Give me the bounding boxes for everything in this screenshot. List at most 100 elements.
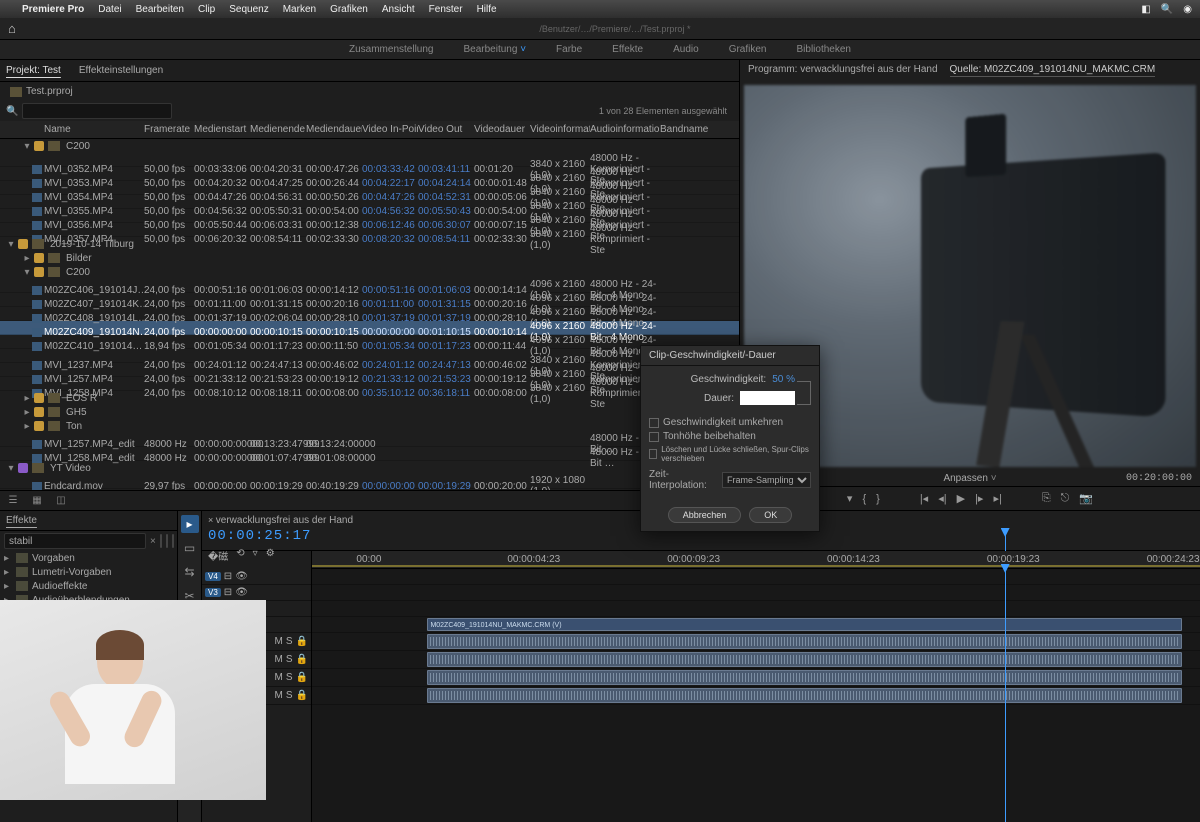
clip-speed-duration-dialog: Clip-Geschwindigkeit/-Dauer Geschwindigk… bbox=[640, 345, 820, 532]
step-forward-icon[interactable]: |▸ bbox=[975, 492, 983, 505]
effect-folder[interactable]: ▸Audioeffekte bbox=[0, 579, 177, 593]
bin-row[interactable]: ▾C200 bbox=[0, 265, 739, 279]
audio-clip[interactable] bbox=[427, 652, 1182, 667]
audio-clip[interactable] bbox=[427, 670, 1182, 685]
time-ruler[interactable]: 00:0000:00:04:2300:00:09:2300:00:14:2300… bbox=[312, 551, 1200, 569]
menu-grafiken[interactable]: Grafiken bbox=[330, 4, 368, 15]
go-to-in-icon[interactable]: |◂ bbox=[920, 492, 928, 505]
workspace-tab[interactable]: Bibliotheken bbox=[797, 44, 851, 55]
project-search-input[interactable] bbox=[22, 103, 172, 119]
time-interpolation-label: Zeit-Interpolation: bbox=[649, 469, 716, 491]
clear-search-icon[interactable]: × bbox=[150, 536, 156, 547]
menu-ansicht[interactable]: Ansicht bbox=[382, 4, 415, 15]
sequence-tab[interactable]: verwacklungsfrei aus der Hand bbox=[216, 515, 353, 526]
menu-bearbeiten[interactable]: Bearbeiten bbox=[136, 4, 184, 15]
maintain-pitch-checkbox[interactable] bbox=[649, 432, 659, 442]
dialog-title: Clip-Geschwindigkeit/-Dauer bbox=[641, 346, 819, 366]
bin-icon bbox=[10, 87, 22, 97]
zoom-fit-dropdown[interactable]: Anpassen ˅ bbox=[943, 473, 996, 484]
playhead[interactable] bbox=[1005, 533, 1006, 551]
project-columns-header[interactable]: Name Framerate Medienstart Medienende Me… bbox=[0, 121, 739, 139]
list-view-icon[interactable]: ☰ bbox=[6, 494, 20, 508]
menu-clip[interactable]: Clip bbox=[198, 4, 215, 15]
menubar-siri-icon[interactable]: ◉ bbox=[1183, 4, 1192, 15]
workspace-tab-active[interactable]: Bearbeitung ˅ bbox=[463, 44, 526, 55]
tab-project[interactable]: Projekt: Test bbox=[6, 65, 61, 76]
fx-badge-32-icon[interactable] bbox=[166, 534, 168, 548]
workspace-tab[interactable]: Grafiken bbox=[729, 44, 767, 55]
track-select-tool-icon[interactable]: ▭ bbox=[181, 539, 199, 557]
audio-clip[interactable] bbox=[427, 634, 1182, 649]
menu-marken[interactable]: Marken bbox=[283, 4, 316, 15]
program-timecode-right: 00:20:00:00 bbox=[1126, 473, 1192, 484]
menu-datei[interactable]: Datei bbox=[98, 4, 121, 15]
fx-badge-icon[interactable] bbox=[160, 534, 162, 548]
tab-effect-controls[interactable]: Effekteinstellungen bbox=[79, 65, 163, 76]
clip-row[interactable]: Endcard.mov29,97 fps00:00:00:0000:00:19:… bbox=[0, 475, 739, 489]
time-interpolation-select[interactable]: Frame-Sampling bbox=[722, 472, 811, 488]
ok-button[interactable]: OK bbox=[749, 507, 792, 523]
tab-effects[interactable]: Effekte bbox=[6, 515, 37, 526]
video-clip[interactable]: M02ZC409_191014NU_MAKMC.CRM (V) bbox=[427, 618, 1182, 631]
mark-out-icon[interactable]: } bbox=[876, 493, 880, 505]
extract-icon[interactable]: ⎋ bbox=[1061, 492, 1070, 505]
lift-icon[interactable]: ⎘ bbox=[1042, 492, 1051, 505]
source-monitor-thumbnail[interactable] bbox=[0, 600, 266, 800]
bin-row[interactable]: ▾C200 bbox=[0, 139, 739, 153]
duration-input[interactable] bbox=[740, 391, 795, 405]
ripple-edit-checkbox[interactable] bbox=[649, 449, 657, 459]
track-lanes[interactable]: M02ZC409_191014NU_MAKMC.CRM (V) bbox=[312, 569, 1200, 822]
menu-sequenz[interactable]: Sequenz bbox=[229, 4, 268, 15]
effects-search-input[interactable] bbox=[4, 533, 146, 549]
video-track-header[interactable]: V3⊟👁 bbox=[202, 585, 311, 601]
ruler-mark: 00:00:09:23 bbox=[667, 554, 720, 565]
step-back-icon[interactable]: ◂| bbox=[938, 492, 946, 505]
home-icon[interactable]: ⌂ bbox=[8, 21, 16, 36]
add-marker-icon[interactable]: ▾ bbox=[847, 492, 853, 505]
source-label[interactable]: Quelle: M02ZC409_191014NU_MAKMC.CRM bbox=[950, 64, 1156, 77]
link-speed-duration-icon[interactable] bbox=[797, 381, 811, 405]
menubar-search-icon[interactable]: 🔍 bbox=[1161, 4, 1173, 15]
workspace-tab[interactable]: Audio bbox=[673, 44, 699, 55]
speed-value[interactable]: 50 % bbox=[772, 374, 795, 385]
program-title: Programm: verwacklungsfrei aus der Hand bbox=[748, 64, 938, 77]
clip-row[interactable]: MVI_0352.MP450,00 fps00:03:33:0600:04:20… bbox=[0, 153, 739, 167]
project-footer: ☰ ▦ ◫ 🗀 ▢ 🗑 bbox=[0, 490, 739, 510]
icon-view-icon[interactable]: ▦ bbox=[30, 494, 44, 508]
effect-folder[interactable]: ▸Vorgaben bbox=[0, 551, 177, 565]
clip-row[interactable]: M02ZC406_191014J…24,00 fps00:00:51:1600:… bbox=[0, 279, 739, 293]
reverse-speed-checkbox[interactable] bbox=[649, 418, 659, 428]
preview-content bbox=[921, 153, 1165, 418]
menu-fenster[interactable]: Fenster bbox=[429, 4, 463, 15]
bin-row[interactable]: ▸Ton bbox=[0, 419, 739, 433]
ruler-mark: 00:00:14:23 bbox=[827, 554, 880, 565]
cancel-button[interactable]: Abbrechen bbox=[668, 507, 742, 523]
clip-row[interactable]: MVI_1257.MP4_edit48000 Hz00:00:00:000000… bbox=[0, 433, 739, 447]
export-frame-icon[interactable]: 📷 bbox=[1079, 492, 1093, 505]
workspace-tab[interactable]: Zusammenstellung bbox=[349, 44, 433, 55]
project-rows[interactable]: ▾C200MVI_0352.MP450,00 fps00:03:33:0600:… bbox=[0, 139, 739, 490]
menubar-extra-icon[interactable]: ◧ bbox=[1141, 4, 1150, 15]
go-to-out-icon[interactable]: ▸| bbox=[993, 492, 1001, 505]
maintain-pitch-label: Tonhöhe beibehalten bbox=[663, 431, 756, 442]
reverse-speed-label: Geschwindigkeit umkehren bbox=[663, 417, 783, 428]
fx-badge-yuv-icon[interactable] bbox=[172, 534, 174, 548]
speed-label: Geschwindigkeit: bbox=[691, 374, 767, 385]
ruler-mark: 00:00:24:23 bbox=[1147, 554, 1200, 565]
project-breadcrumb[interactable]: Test.prproj bbox=[0, 82, 739, 101]
workspace-tab[interactable]: Farbe bbox=[556, 44, 582, 55]
workspace-tab[interactable]: Effekte bbox=[612, 44, 643, 55]
audio-clip[interactable] bbox=[427, 688, 1182, 703]
app-menu[interactable]: Premiere Pro bbox=[22, 4, 84, 15]
ripple-tool-icon[interactable]: ⇆ bbox=[181, 563, 199, 581]
mac-menubar[interactable]: Premiere Pro Datei Bearbeiten Clip Seque… bbox=[0, 0, 1200, 18]
ruler-mark: 00:00:04:23 bbox=[507, 554, 560, 565]
selection-tool-icon[interactable]: ▸ bbox=[181, 515, 199, 533]
mark-in-icon[interactable]: { bbox=[862, 493, 866, 505]
play-icon[interactable]: ▶ bbox=[957, 492, 965, 505]
freeform-view-icon[interactable]: ◫ bbox=[54, 494, 68, 508]
menu-hilfe[interactable]: Hilfe bbox=[477, 4, 497, 15]
video-track-header[interactable]: V4⊟👁 bbox=[202, 569, 311, 585]
effect-folder[interactable]: ▸Lumetri-Vorgaben bbox=[0, 565, 177, 579]
playhead[interactable] bbox=[1005, 569, 1006, 822]
